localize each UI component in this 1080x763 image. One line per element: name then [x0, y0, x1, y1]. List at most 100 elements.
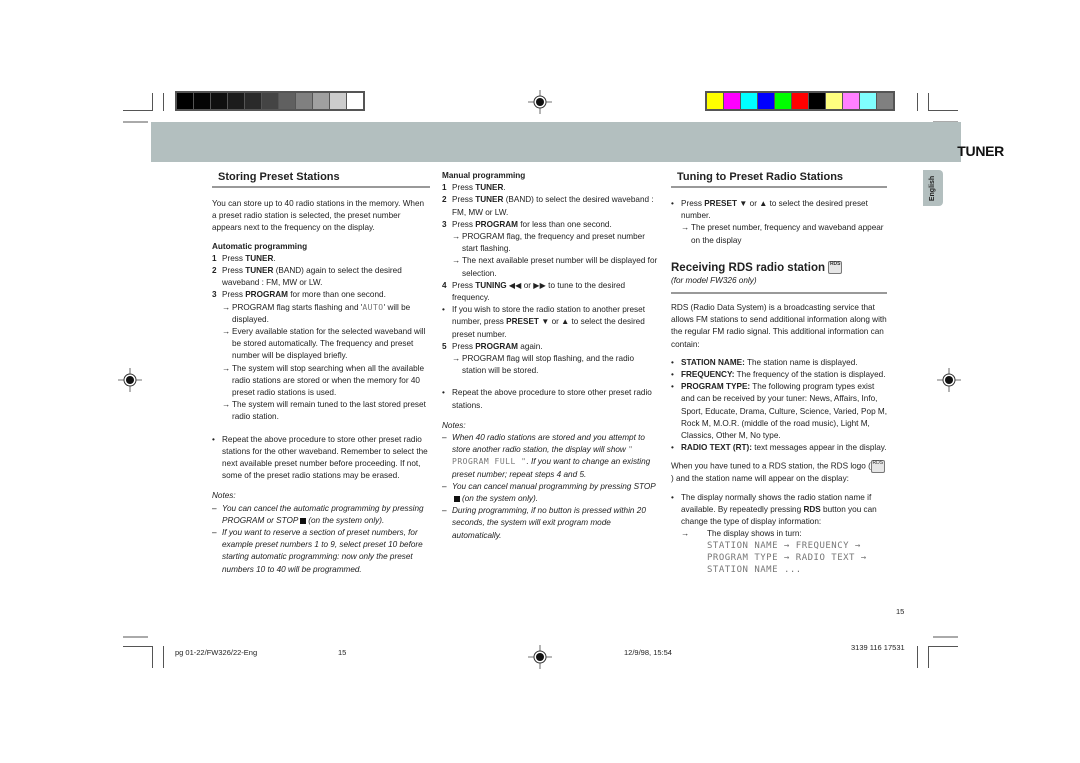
arrow-icon: →: [452, 354, 461, 364]
column-tuning-rds: Tuning to Preset Radio Stations • Press P…: [671, 170, 887, 576]
bullet-item: • FREQUENCY: The frequency of the station…: [671, 369, 887, 381]
notes-heading: Notes:: [212, 491, 236, 501]
crop-mark: [928, 646, 958, 647]
footer-file-page: 15: [338, 648, 347, 657]
bullet-icon: •: [212, 434, 215, 444]
arrow-icon: →: [681, 529, 690, 539]
step-item: 2 Press TUNER (BAND) to select the desire…: [442, 195, 654, 217]
crop-mark: [123, 636, 148, 638]
note-item: – You can cancel manual programming by pr…: [442, 481, 656, 504]
language-tab-label: English: [929, 175, 937, 201]
registration-target-icon: [528, 90, 552, 114]
crop-mark: [933, 636, 958, 638]
stop-icon: [300, 517, 307, 524]
lcd-sequence-line: STATION NAME ...: [707, 565, 802, 576]
result-item: → The next available preset number will b…: [442, 255, 658, 279]
bullet-icon: •: [442, 388, 445, 398]
calibration-swatch: [347, 93, 363, 109]
rds-logo-icon: RDS: [870, 460, 885, 474]
crop-mark: [163, 646, 164, 668]
crop-mark: [928, 646, 929, 668]
result-item: → Every available station for the selecte…: [212, 326, 430, 363]
result-item: → PROGRAM flag starts flashing and 'AUTO'…: [212, 302, 430, 326]
registration-target-icon: [118, 368, 142, 392]
stop-icon: [454, 495, 460, 502]
crop-mark: [917, 646, 918, 668]
crop-mark: [123, 110, 153, 111]
calibration-swatch: [792, 93, 808, 109]
footer-file-name: pg 01-22/FW326/22-Eng: [175, 648, 258, 657]
calibration-swatch: [262, 93, 278, 109]
intro-paragraph: You can store up to 40 radio stations in…: [212, 199, 425, 233]
lcd-sequence-line: STATION NAME → FREQUENCY →: [707, 541, 861, 552]
arrow-icon: →: [222, 302, 231, 312]
rds-logo-icon: RDS: [828, 261, 843, 275]
bullet-icon: •: [671, 370, 674, 380]
calibration-swatch: [245, 93, 261, 109]
calibration-swatch: [707, 93, 723, 109]
section-header-band: [151, 122, 961, 162]
calibration-swatch: [826, 93, 842, 109]
calibration-swatch: [775, 93, 791, 109]
arrow-icon: →: [222, 327, 231, 337]
calibration-swatch: [296, 93, 312, 109]
step-item: 3 Press PROGRAM for less than one second.: [442, 219, 612, 229]
rds-model-note: (for model FW326 only): [671, 275, 887, 295]
notes-heading: Notes:: [442, 420, 466, 430]
calibration-swatch: [211, 93, 227, 109]
calibration-swatch: [228, 93, 244, 109]
step-item: 1 Press TUNER.: [212, 253, 276, 263]
step-item: 5 Press PROGRAM again.: [442, 341, 543, 351]
calibration-swatch: [741, 93, 757, 109]
bullet-item: • Press PRESET ▼ or ▲ to select the desir…: [671, 198, 887, 222]
crop-mark: [152, 646, 153, 668]
result-item: → The system will stop searching when all…: [212, 363, 430, 400]
arrow-icon: →: [452, 232, 461, 242]
arrow-icon: →: [222, 363, 231, 373]
bullet-icon: •: [442, 305, 445, 315]
heading-tuning-preset: Tuning to Preset Radio Stations: [671, 170, 887, 188]
arrow-icon: →: [681, 223, 690, 233]
rds-tuned-paragraph: When you have tuned to a RDS station, th…: [671, 460, 885, 484]
calibration-swatch: [877, 93, 893, 109]
heading-receiving-rds: Receiving RDS radio station RDS: [671, 261, 843, 275]
bullet-item: • The display normally shows the radio st…: [671, 492, 887, 529]
bullet-item: • If you wish to store the radio station …: [442, 304, 658, 341]
calibration-swatch: [758, 93, 774, 109]
heading-storing-preset-stations: Storing Preset Stations: [212, 170, 430, 188]
column-manual-programming: Manual programming 1 Press TUNER. 2 Press …: [442, 170, 658, 542]
result-item: → The display shows in turn:: [671, 528, 887, 540]
calibration-swatch: [809, 93, 825, 109]
bullet-item: • Repeat the above procedure to store oth…: [212, 434, 430, 483]
rds-intro-paragraph: RDS (Radio Data System) is a broadcastin…: [671, 303, 887, 349]
footer-timestamp: 12/9/98, 15:54: [624, 648, 672, 657]
bullet-item: • RADIO TEXT (RT): text messages appear i…: [671, 442, 887, 454]
bullet-icon: •: [671, 199, 674, 208]
bullet-item: • STATION NAME: The station name is displ…: [671, 357, 887, 369]
bullet-icon: •: [671, 357, 674, 367]
result-item: → The preset number, frequency and waveba…: [671, 222, 887, 246]
registration-target-icon: [937, 368, 961, 392]
crop-mark: [152, 93, 153, 111]
calibration-swatch: [279, 93, 295, 109]
crop-mark: [928, 93, 929, 111]
section-title: TUNER: [957, 143, 1004, 159]
bullet-item: • PROGRAM TYPE: The following program typ…: [671, 381, 887, 442]
result-item: → PROGRAM flag will stop flashing, and th…: [442, 353, 658, 377]
step-item: 3 Press PROGRAM for more than one second.: [212, 290, 386, 300]
crop-mark: [928, 110, 958, 111]
crop-mark: [163, 93, 164, 111]
lcd-sequence-line: PROGRAM TYPE → RADIO TEXT →: [707, 553, 867, 564]
calibration-swatch: [313, 93, 329, 109]
result-item: → PROGRAM flag, the frequency and preset …: [442, 231, 658, 255]
registration-target-icon: [528, 645, 552, 669]
note-item: – If you want to reserve a section of pre…: [212, 528, 423, 574]
crop-mark: [917, 93, 918, 111]
calibration-swatch: [724, 93, 740, 109]
calibration-swatch: [194, 93, 210, 109]
color-calibration-bar: [705, 91, 895, 111]
step-item: 4 Press TUNING ◀◀ or ▶▶ to tune to the de…: [442, 280, 626, 303]
subheading-manual-programming: Manual programming: [442, 171, 526, 180]
subheading-automatic-programming: Automatic programming: [212, 241, 308, 251]
bullet-item: • Repeat the above procedure to store oth…: [442, 387, 658, 411]
